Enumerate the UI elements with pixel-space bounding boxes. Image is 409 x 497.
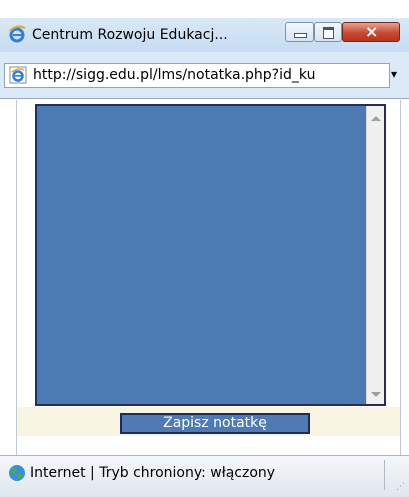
scroll-down-arrow-icon[interactable] xyxy=(371,392,381,397)
internet-explorer-icon xyxy=(9,25,26,43)
resize-grip-icon[interactable]: ⋰ xyxy=(396,482,405,492)
security-zone-text: Internet | Tryb chroniony: włączony xyxy=(30,465,276,481)
close-button[interactable]: × xyxy=(342,22,400,42)
scroll-up-arrow-icon[interactable] xyxy=(371,116,381,121)
status-divider xyxy=(384,460,385,490)
ie-page-icon xyxy=(9,66,27,84)
browser-popup-window: Centrum Rozwoju Edukacj... × http://sigg… xyxy=(0,0,409,497)
save-note-button[interactable]: Zapisz notatkę xyxy=(120,413,310,434)
minimize-button[interactable] xyxy=(285,22,314,42)
url-text[interactable]: http://sigg.edu.pl/lms/notatka.php?id_ku xyxy=(33,67,379,83)
globe-icon xyxy=(9,465,25,481)
window-title: Centrum Rozwoju Edukacj... xyxy=(32,27,228,43)
note-scrollbar[interactable] xyxy=(366,106,384,404)
maximize-button[interactable] xyxy=(314,22,342,42)
maximize-icon xyxy=(323,27,334,39)
close-icon: × xyxy=(365,22,379,41)
minimize-icon xyxy=(294,33,307,38)
url-dropdown-icon[interactable]: ▾ xyxy=(391,67,397,81)
note-textarea[interactable] xyxy=(38,106,366,404)
